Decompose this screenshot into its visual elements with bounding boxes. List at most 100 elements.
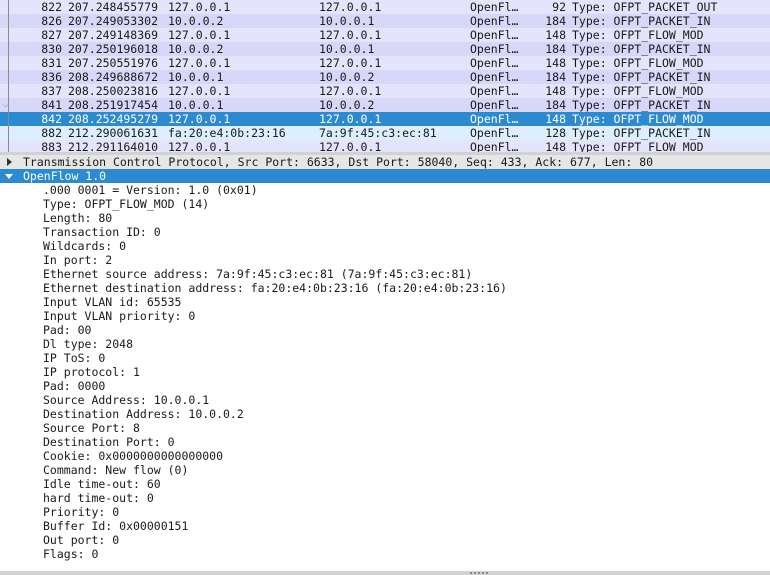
packet-info-cell: Type: OFPT_FLOW_MOD (572, 140, 704, 152)
packet-time-cell: 207.250551976 (68, 56, 159, 70)
openflow-field[interactable]: Wildcards: 0 (0, 239, 770, 253)
openflow-field[interactable]: .000 0001 = Version: 1.0 (0x01) (0, 183, 770, 197)
packet-info-cell: Type: OFPT_PACKET_IN (572, 70, 711, 84)
packet-time-cell: 212.291164010 (68, 140, 159, 152)
packet-info-cell: Type: OFPT_PACKET_IN (572, 42, 711, 56)
packet-row[interactable]: 826 207.249053302 10.0.0.2 10.0.0.1 OpenFl… 1… (0, 14, 770, 28)
openflow-field[interactable]: Priority: 0 (0, 505, 770, 519)
packet-no-cell: 837 (41, 84, 62, 98)
packet-source-cell: 10.0.0.1 (168, 98, 224, 112)
field-text: IP ToS: 0 (43, 351, 106, 365)
openflow-field[interactable]: Command: New flow (0) (0, 463, 770, 477)
field-text: Source Port: 8 (43, 421, 140, 435)
openflow-field[interactable]: Ethernet source address: 7a:9f:45:c3:ec:… (0, 267, 770, 281)
packet-length-cell: 184 (545, 42, 566, 56)
field-text: Transaction ID: 0 (43, 225, 161, 239)
packet-row[interactable]: 827 207.249148369 127.0.0.1 127.0.0.1 OpenFl… (0, 28, 770, 42)
packet-length-cell: 128 (545, 126, 566, 140)
packet-row[interactable]: 883 212.291164010 127.0.0.1 127.0.0.1 OpenFl… (0, 140, 770, 152)
field-text: Input VLAN id: 65535 (43, 295, 182, 309)
packet-source-cell: 127.0.0.1 (168, 56, 231, 70)
openflow-field[interactable]: Ethernet destination address: fa:20:e4:0… (0, 281, 770, 295)
packet-length-cell: 184 (545, 14, 566, 28)
openflow-field[interactable]: Transaction ID: 0 (0, 225, 770, 239)
packet-time-cell: 207.249053302 (68, 14, 159, 28)
openflow-field[interactable]: Source Address: 10.0.0.1 (0, 393, 770, 407)
packet-row[interactable]: 836 208.249688672 10.0.0.1 10.0.0.2 OpenFl… 1… (0, 70, 770, 84)
field-text: Priority: 0 (43, 505, 120, 519)
bottom-splitter[interactable] (0, 571, 770, 575)
packet-destination-cell: 127.0.0.1 (319, 56, 382, 70)
packet-no-cell: 836 (41, 70, 62, 84)
tree-item-openflow[interactable]: OpenFlow 1.0 (0, 169, 770, 183)
openflow-field[interactable]: Input VLAN id: 65535 (0, 295, 770, 309)
openflow-field[interactable]: Idle time-out: 60 (0, 477, 770, 491)
openflow-field[interactable]: Pad: 00 (0, 323, 770, 337)
openflow-field[interactable]: Pad: 0000 (0, 379, 770, 393)
field-text: Type: OFPT_FLOW_MOD (14) (43, 197, 210, 211)
packet-no-cell: 822 (41, 0, 62, 14)
openflow-field[interactable]: Out port: 0 (0, 533, 770, 547)
field-text: Destination Port: 0 (43, 435, 175, 449)
openflow-field[interactable]: Source Port: 8 (0, 421, 770, 435)
openflow-field[interactable]: In port: 2 (0, 253, 770, 267)
field-text: Wildcards: 0 (43, 239, 127, 253)
packet-time-cell: 208.252495279 (68, 112, 159, 126)
packet-time-cell: 212.290061631 (68, 126, 159, 140)
packet-length-cell: 148 (545, 112, 566, 126)
splitter-grip-icon[interactable] (470, 572, 488, 574)
packet-no-cell: 841 (41, 98, 62, 112)
packet-list[interactable]: 822 207.248455779 127.0.0.1 127.0.0.1 OpenFl… (0, 0, 770, 152)
packet-row[interactable]: 831 207.250551976 127.0.0.1 127.0.0.1 OpenFl… (0, 56, 770, 70)
packet-info-cell: Type: OFPT_FLOW_MOD (572, 84, 704, 98)
packet-source-cell: 10.0.0.1 (168, 70, 224, 84)
packet-row[interactable]: 830 207.250196018 10.0.0.2 10.0.0.1 OpenFl… 1… (0, 42, 770, 56)
packet-protocol-cell: OpenFl… (470, 0, 519, 14)
field-text: Buffer Id: 0x00000151 (43, 519, 189, 533)
packet-row-selected[interactable]: 842 208.252495279 127.0.0.1 127.0.0.1 OpenFl… (0, 112, 770, 126)
openflow-field[interactable]: Type: OFPT_FLOW_MOD (14) (0, 197, 770, 211)
packet-row[interactable]: 822 207.248455779 127.0.0.1 127.0.0.1 OpenFl… (0, 0, 770, 14)
openflow-field[interactable]: IP ToS: 0 (0, 351, 770, 365)
openflow-field[interactable]: Flags: 0 (0, 547, 770, 561)
packet-no-cell: 842 (41, 112, 62, 126)
openflow-field[interactable]: hard time-out: 0 (0, 491, 770, 505)
packet-destination-cell: 127.0.0.1 (319, 84, 382, 98)
openflow-field[interactable]: Buffer Id: 0x00000151 (0, 519, 770, 533)
packet-details-tree[interactable]: Transmission Control Protocol, Src Port:… (0, 155, 770, 571)
packet-row[interactable]: 841 208.251917454 10.0.0.1 10.0.0.2 OpenFl… 1… (0, 98, 770, 112)
packet-time-cell: 208.251917454 (68, 98, 159, 112)
packet-no-cell: 883 (41, 140, 62, 152)
packet-time-cell: 208.250023816 (68, 84, 159, 98)
field-text: Idle time-out: 60 (43, 477, 161, 491)
packet-source-cell: fa:20:e4:0b:23:16 (168, 126, 286, 140)
openflow-field[interactable]: Cookie: 0x0000000000000000 (0, 449, 770, 463)
collapse-arrow-icon[interactable] (4, 169, 14, 183)
packet-protocol-cell: OpenFl… (470, 42, 519, 56)
openflow-field[interactable]: Length: 80 (0, 211, 770, 225)
openflow-field[interactable]: Destination Address: 10.0.0.2 (0, 407, 770, 421)
field-text: Flags: 0 (43, 547, 99, 561)
field-text: IP protocol: 1 (43, 365, 140, 379)
packet-source-cell: 127.0.0.1 (168, 28, 231, 42)
tcp-summary: Transmission Control Protocol, Src Port:… (23, 155, 654, 169)
tree-item-tcp[interactable]: Transmission Control Protocol, Src Port:… (0, 155, 770, 169)
packet-no-cell: 826 (41, 14, 62, 28)
related-packets-line (8, 0, 9, 152)
field-text: Length: 80 (43, 211, 113, 225)
packet-source-cell: 10.0.0.2 (168, 42, 224, 56)
packet-row[interactable]: 882 212.290061631 fa:20:e4:0b:23:16 7a:9f:4… (0, 126, 770, 140)
packet-time-cell: 208.249688672 (68, 70, 159, 84)
openflow-field[interactable]: Input VLAN priority: 0 (0, 309, 770, 323)
openflow-field[interactable]: Destination Port: 0 (0, 435, 770, 449)
expand-arrow-icon[interactable] (4, 155, 14, 169)
packet-no-cell: 830 (41, 42, 62, 56)
packet-destination-cell: 127.0.0.1 (319, 28, 382, 42)
packet-length-cell: 148 (545, 56, 566, 70)
openflow-field[interactable]: IP protocol: 1 (0, 365, 770, 379)
packet-destination-cell: 127.0.0.1 (319, 0, 382, 14)
packet-protocol-cell: OpenFl… (470, 14, 519, 28)
openflow-field[interactable]: Dl type: 2048 (0, 337, 770, 351)
packet-source-cell: 127.0.0.1 (168, 112, 231, 126)
packet-row[interactable]: 837 208.250023816 127.0.0.1 127.0.0.1 OpenFl… (0, 84, 770, 98)
